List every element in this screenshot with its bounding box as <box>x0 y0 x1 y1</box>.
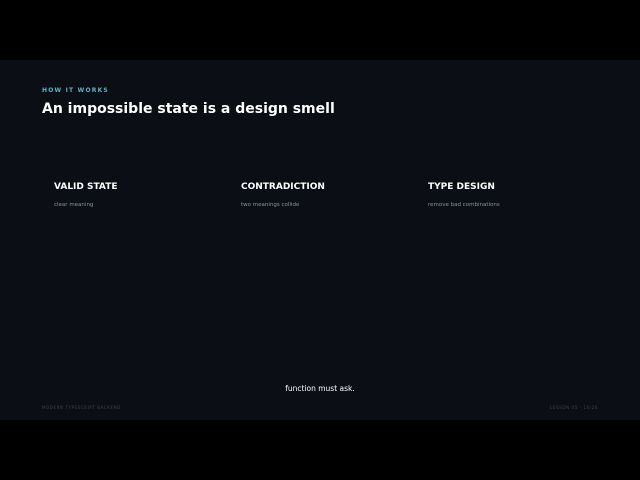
letterbox-top <box>0 0 640 60</box>
letterbox-bottom <box>0 420 640 480</box>
column-type-design: TYPE DESIGN remove bad combinations <box>428 182 598 208</box>
section-eyebrow: HOW IT WORKS <box>42 87 109 94</box>
column-description: remove bad combinations <box>428 202 500 208</box>
course-title-footer: MODERN TYPESCRIPT BACKEND <box>42 405 121 410</box>
column-heading: TYPE DESIGN <box>428 182 495 192</box>
column-heading: VALID STATE <box>54 182 118 192</box>
lesson-progress-footer: LESSON 05 · 10/20 <box>550 405 598 410</box>
column-description: two meanings collide <box>241 202 300 208</box>
subtitle-caption: function must ask. <box>285 384 355 393</box>
column-description: clear meaning <box>54 202 94 208</box>
slide-title: An impossible state is a design smell <box>42 101 335 117</box>
concept-columns: VALID STATE clear meaning CONTRADICTION … <box>0 182 640 222</box>
slide: HOW IT WORKS An impossible state is a de… <box>0 60 640 420</box>
column-valid-state: VALID STATE clear meaning <box>54 182 224 208</box>
column-contradiction: CONTRADICTION two meanings collide <box>241 182 411 208</box>
column-heading: CONTRADICTION <box>241 182 325 192</box>
